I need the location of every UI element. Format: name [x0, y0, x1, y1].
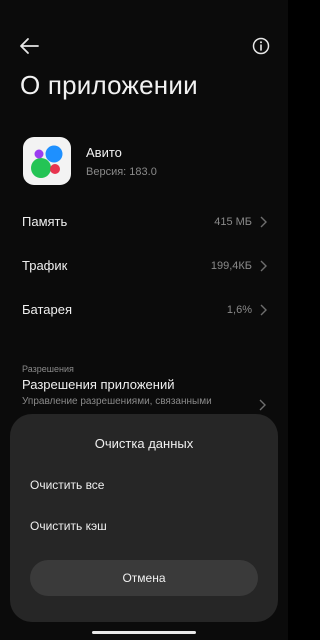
- row-value: 199,4КБ: [210, 260, 252, 272]
- row-label: Батарея: [22, 302, 73, 317]
- chevron-right-icon: [258, 303, 268, 317]
- clear-cache-option[interactable]: Очистить кэш: [30, 519, 107, 533]
- permissions-section[interactable]: Разрешения Разрешения приложений Управле…: [22, 364, 272, 407]
- chevron-right-icon: [258, 259, 268, 273]
- app-info-screen: О приложении Авито Версия: 183.0 Память …: [0, 0, 288, 640]
- permissions-description: Управление разрешениями, связанными: [22, 396, 212, 407]
- dialog-title: Очистка данных: [94, 436, 194, 451]
- row-value: 415 МБ: [214, 216, 252, 228]
- home-indicator[interactable]: [92, 631, 196, 634]
- permissions-section-label: Разрешения: [22, 364, 74, 374]
- battery-row[interactable]: Батарея 1,6%: [0, 290, 288, 330]
- row-label: Память: [22, 214, 68, 229]
- app-version: Версия: 183.0: [86, 166, 157, 178]
- clear-data-dialog: Очистка данных Очистить все Очистить кэш…: [10, 414, 278, 622]
- row-value: 1,6%: [226, 304, 252, 316]
- app-icon: [23, 137, 71, 185]
- info-icon[interactable]: [251, 36, 271, 56]
- chevron-right-icon: [257, 398, 267, 412]
- row-label: Трафик: [22, 258, 68, 273]
- chevron-right-icon: [258, 215, 268, 229]
- back-arrow-icon[interactable]: [18, 36, 40, 56]
- permissions-title: Разрешения приложений: [22, 377, 175, 392]
- app-name: Авито: [86, 145, 122, 160]
- storage-row[interactable]: Память 415 МБ: [0, 202, 288, 242]
- cancel-button[interactable]: Отмена: [30, 560, 258, 596]
- page-title: О приложении: [20, 70, 198, 100]
- clear-all-option[interactable]: Очистить все: [30, 478, 104, 492]
- traffic-row[interactable]: Трафик 199,4КБ: [0, 246, 288, 286]
